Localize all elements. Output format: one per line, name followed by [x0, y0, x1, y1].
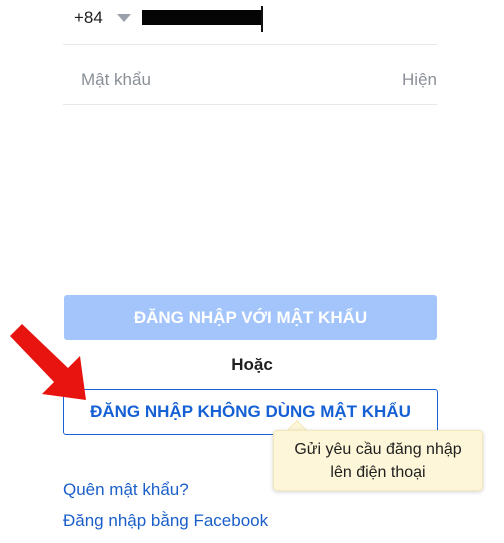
login-without-password-button[interactable]: ĐĂNG NHẬP KHÔNG DÙNG MẬT KHẨU	[63, 389, 438, 435]
phone-number-field[interactable]: +84	[63, 0, 437, 45]
password-input[interactable]: Mật khẩu	[81, 70, 151, 90]
password-field[interactable]: Mật khẩu Hiện	[63, 54, 437, 105]
red-arrow-icon	[10, 324, 86, 400]
tooltip-line-2: lên điện thoại	[330, 463, 426, 481]
tooltip: Gửi yêu cầu đăng nhập lên điện thoại	[273, 430, 483, 491]
login-with-password-button[interactable]: ĐĂNG NHẬP VỚI MẬT KHẨU	[64, 295, 437, 340]
facebook-login-link[interactable]: Đăng nhập bằng Facebook	[63, 511, 268, 531]
text-cursor	[261, 6, 263, 32]
tooltip-line-1: Gửi yêu cầu đăng nhập	[294, 440, 462, 458]
chevron-down-icon[interactable]	[117, 14, 131, 22]
redacted-phone-number	[142, 10, 263, 25]
show-password-toggle[interactable]: Hiện	[402, 70, 437, 90]
country-code-label[interactable]: +84	[74, 8, 103, 28]
tooltip-text: Gửi yêu cầu đăng nhập lên điện thoại	[294, 438, 461, 484]
forgot-password-link[interactable]: Quên mật khẩu?	[63, 480, 189, 500]
